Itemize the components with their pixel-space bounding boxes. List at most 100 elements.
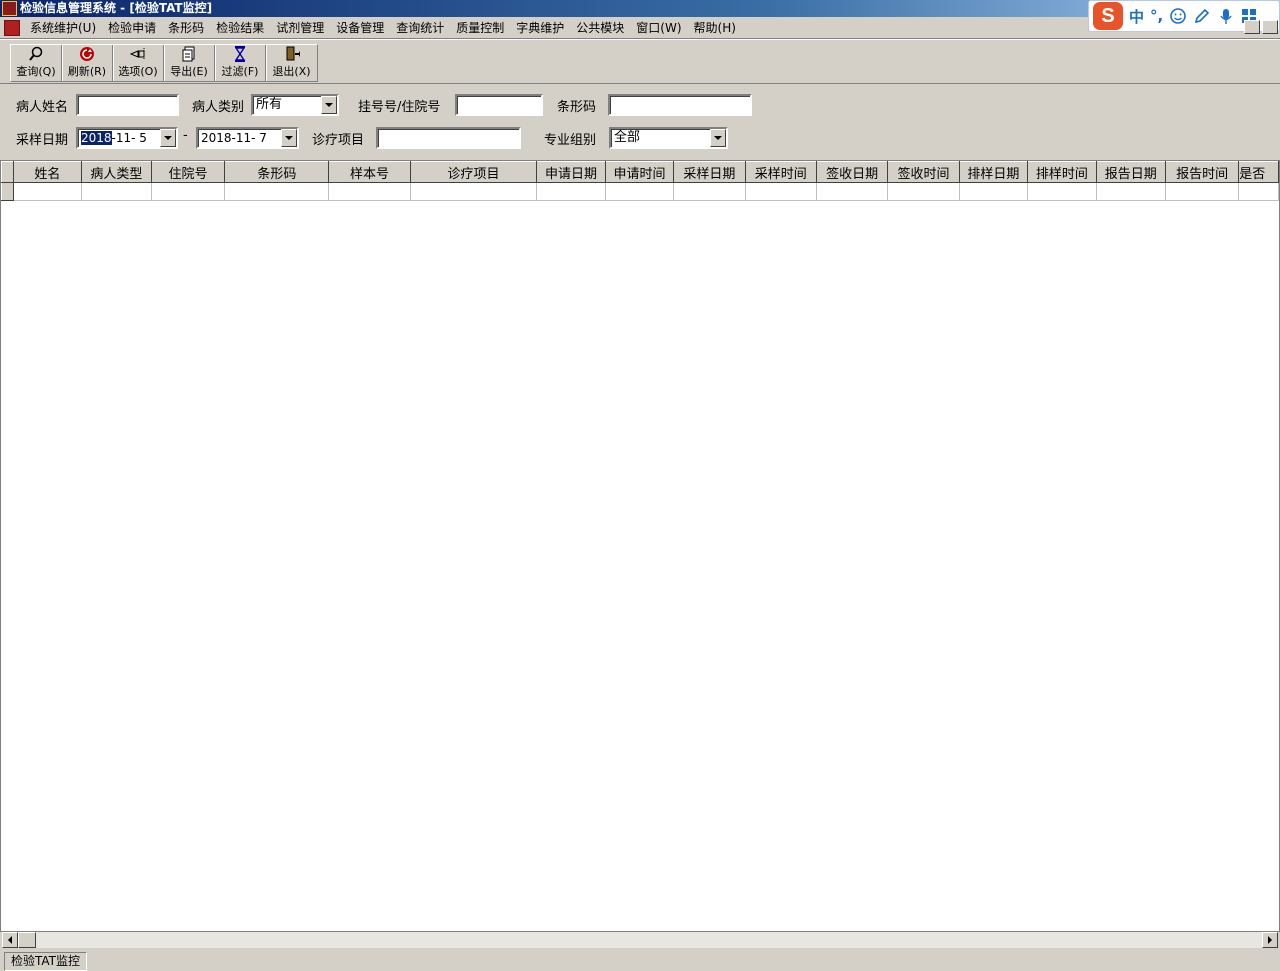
grid-cell[interactable]	[328, 182, 411, 201]
column-header[interactable]: 申请日期	[536, 161, 606, 183]
menu-reagent[interactable]: 试剂管理	[270, 19, 330, 36]
data-grid[interactable]: 姓名 病人类型 住院号 条形码 样本号 诊疗项目 申请日期 申请时间 采样日期 …	[0, 160, 1280, 932]
grid-cell[interactable]	[409, 182, 538, 201]
column-header[interactable]: 报告日期	[1095, 161, 1167, 183]
filter-label: 过滤(F)	[221, 65, 259, 78]
grid-cell[interactable]	[150, 182, 226, 201]
arrow-left-icon	[8, 936, 12, 944]
column-header[interactable]: 采样时间	[744, 161, 817, 183]
exit-label: 退出(X)	[272, 65, 311, 78]
menu-statistics[interactable]: 查询统计	[390, 19, 450, 36]
scroll-right-button[interactable]	[1262, 932, 1278, 948]
query-button[interactable]: 查询(Q)	[11, 45, 62, 81]
menu-help[interactable]: 帮助(H)	[688, 19, 742, 36]
grid-cell[interactable]	[81, 182, 152, 201]
grid-corner[interactable]	[1, 161, 14, 183]
column-header[interactable]: 是否	[1238, 161, 1279, 183]
patient-type-label: 病人类别	[192, 100, 245, 115]
reg-no-label: 挂号号/住院号	[358, 100, 441, 115]
patient-name-input[interactable]	[76, 94, 179, 116]
window-tab[interactable]: 检验TAT监控	[4, 952, 88, 971]
exit-button[interactable]: 退出(X)	[266, 45, 317, 81]
menu-window[interactable]: 窗口(W)	[630, 19, 687, 36]
grid-cell[interactable]	[1238, 182, 1279, 201]
query-label: 查询(Q)	[16, 65, 56, 78]
column-header[interactable]: 申请时间	[604, 161, 675, 183]
barcode-label: 条形码	[557, 100, 597, 115]
options-icon	[130, 48, 145, 60]
row-indicator[interactable]	[1, 182, 14, 201]
date-from-rest: -11- 5	[111, 131, 147, 145]
menu-system[interactable]: 系统维护(U)	[24, 19, 102, 36]
grid-cell[interactable]	[224, 182, 330, 201]
toolbar-area: 查询(Q) 刷新(R) 选项(O) 导出(E) 过滤(F) 退出(X)	[0, 38, 1280, 84]
grid-cell[interactable]	[958, 182, 1029, 201]
column-header[interactable]: 病人类型	[81, 161, 152, 183]
grid-cell[interactable]	[744, 182, 817, 201]
grid-cell[interactable]	[1027, 182, 1097, 201]
date-to-picker[interactable]: 2018-11- 7	[196, 127, 299, 149]
column-header[interactable]: 排样日期	[958, 161, 1029, 183]
options-button[interactable]: 选项(O)	[113, 45, 164, 81]
grid-cell[interactable]	[12, 182, 83, 201]
column-header[interactable]: 签收日期	[815, 161, 889, 183]
refresh-button[interactable]: 刷新(R)	[62, 45, 113, 81]
window-title: 检验信息管理系统 - [检验TAT监控]	[20, 1, 213, 15]
patient-type-dropdown-icon[interactable]	[321, 96, 337, 114]
grid-cell[interactable]	[604, 182, 675, 201]
grid-cell[interactable]	[673, 182, 746, 201]
export-button[interactable]: 导出(E)	[164, 45, 215, 81]
menu-quality[interactable]: 质量控制	[450, 19, 510, 36]
column-header[interactable]: 样本号	[328, 161, 411, 183]
menu-common[interactable]: 公共模块	[570, 19, 630, 36]
column-header[interactable]: 签收时间	[887, 161, 960, 183]
scroll-thumb[interactable]	[18, 932, 36, 948]
menu-lab-request[interactable]: 检验申请	[102, 19, 162, 36]
options-label: 选项(O)	[118, 65, 158, 78]
column-header[interactable]: 条形码	[224, 161, 330, 183]
refresh-icon	[80, 47, 94, 61]
column-header[interactable]: 诊疗项目	[409, 161, 538, 183]
horizontal-scrollbar[interactable]	[2, 932, 1278, 948]
grid-cell[interactable]	[815, 182, 889, 201]
filter-button[interactable]: 过滤(F)	[215, 45, 266, 81]
toolbar: 查询(Q) 刷新(R) 选项(O) 导出(E) 过滤(F) 退出(X)	[10, 44, 318, 82]
grid-header-row: 姓名 病人类型 住院号 条形码 样本号 诊疗项目 申请日期 申请时间 采样日期 …	[1, 161, 1279, 183]
column-header[interactable]: 报告时间	[1164, 161, 1240, 183]
reg-no-input[interactable]	[455, 94, 543, 116]
menu-device[interactable]: 设备管理	[330, 19, 390, 36]
menu-lab-result[interactable]: 检验结果	[210, 19, 270, 36]
status-bar: 检验TAT监控	[0, 950, 1280, 971]
project-input[interactable]	[376, 127, 521, 149]
arrow-right-icon	[1268, 936, 1272, 944]
grid-table: 姓名 病人类型 住院号 条形码 样本号 诊疗项目 申请日期 申请时间 采样日期 …	[1, 161, 1279, 201]
sample-date-label: 采样日期	[16, 133, 69, 148]
grid-cell[interactable]	[1095, 182, 1167, 201]
patient-type-value: 所有	[256, 97, 283, 112]
table-row[interactable]	[1, 182, 1279, 201]
mdi-restore-button[interactable]	[1244, 20, 1260, 34]
menu-bar: 系统维护(U) 检验申请 条形码 检验结果 试剂管理 设备管理 查询统计 质量控…	[0, 17, 1280, 38]
project-label: 诊疗项目	[312, 133, 365, 148]
group-select[interactable]: 全部	[609, 127, 728, 149]
menu-dictionary[interactable]: 字典维护	[510, 19, 570, 36]
mdi-close-button[interactable]	[1262, 20, 1278, 34]
mdi-window-controls	[1244, 20, 1278, 34]
menu-barcode[interactable]: 条形码	[162, 19, 210, 36]
patient-type-select[interactable]: 所有	[251, 94, 339, 116]
date-from-dropdown-icon[interactable]	[160, 129, 176, 147]
scroll-left-button[interactable]	[2, 932, 18, 948]
date-to-dropdown-icon[interactable]	[281, 129, 297, 147]
column-header[interactable]: 住院号	[150, 161, 226, 183]
magnifier-icon	[29, 46, 43, 61]
column-header[interactable]: 姓名	[12, 161, 83, 183]
group-dropdown-icon[interactable]	[710, 129, 726, 147]
grid-cell[interactable]	[887, 182, 960, 201]
grid-cell[interactable]	[536, 182, 606, 201]
column-header[interactable]: 采样日期	[673, 161, 746, 183]
date-from-picker[interactable]: 2018-11- 5	[76, 127, 178, 149]
document-icon[interactable]	[4, 19, 20, 36]
barcode-input[interactable]	[608, 94, 752, 116]
grid-cell[interactable]	[1164, 182, 1240, 201]
column-header[interactable]: 排样时间	[1027, 161, 1097, 183]
